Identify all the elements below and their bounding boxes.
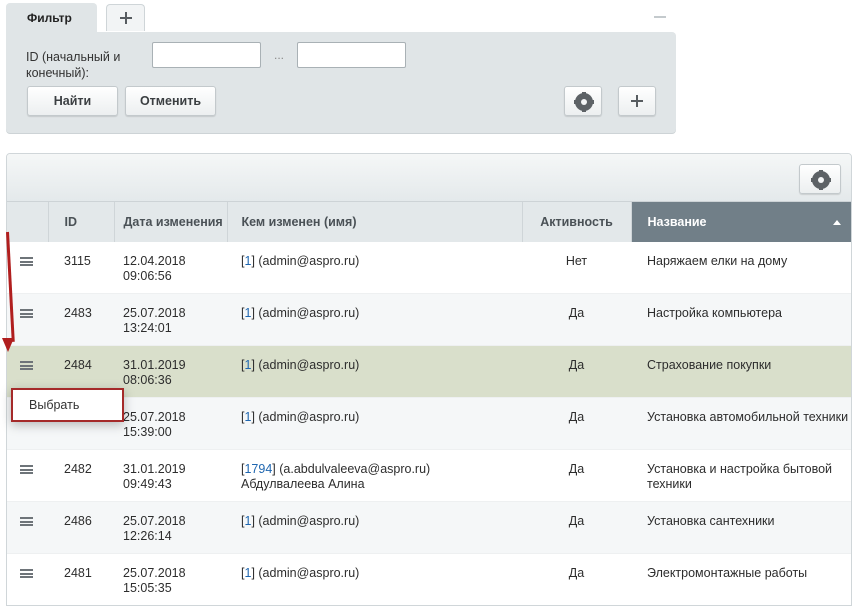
table-row[interactable]: 2481 25.07.2018 15:05:35 [1] (admin@aspro… [7, 553, 851, 605]
gear-icon [574, 92, 594, 112]
user-link[interactable]: 1 [244, 410, 251, 424]
sort-asc-icon [833, 220, 841, 225]
table-row-selected[interactable]: 2484 31.01.2019 08:06:36 [1] (admin@aspro… [7, 345, 851, 398]
grid-header-row: ID Дата изменения Кем изменен (имя) Акти… [7, 202, 851, 242]
row-active: Да [568, 358, 585, 372]
row-active: Нет [565, 254, 588, 268]
row-menu-icon[interactable] [20, 465, 33, 474]
table-row[interactable]: 2482 31.01.2019 09:49:43 [1794] (a.abdulv… [7, 449, 851, 502]
user-email: (admin@aspro.ru) [258, 566, 360, 580]
row-name: Электромонтажные работы [647, 566, 808, 580]
row-date: 12.04.2018 [123, 254, 186, 268]
id-from-input[interactable] [152, 42, 261, 68]
plus-icon [120, 12, 132, 24]
grid-toolbar [7, 154, 851, 202]
row-time: 15:05:35 [123, 581, 172, 595]
row-menu-icon[interactable] [20, 517, 33, 526]
row-time: 09:06:56 [123, 269, 172, 283]
column-header-date[interactable]: Дата изменения [114, 202, 228, 242]
data-grid: ID Дата изменения Кем изменен (имя) Акти… [6, 153, 852, 606]
add-filter-field-button[interactable] [618, 86, 656, 116]
row-id: 2486 [64, 514, 92, 528]
row-time: 12:26:14 [123, 529, 172, 543]
row-id: 2484 [64, 358, 92, 372]
row-id: 2481 [64, 566, 92, 580]
column-header-active[interactable]: Активность [522, 202, 632, 242]
row-id: 3115 [64, 254, 91, 268]
annotation-arrow-head-icon [2, 338, 14, 352]
row-date: 25.07.2018 [123, 566, 186, 580]
plus-icon [631, 95, 643, 107]
context-menu-item-select[interactable]: Выбрать [29, 398, 79, 412]
range-separator: ... [274, 48, 285, 62]
row-name: Установка и настройка бытовой техники [647, 462, 833, 491]
row-name: Страхование покупки [647, 358, 772, 372]
table-row[interactable]: 25.07.2018 15:39:00 [1] (admin@aspro.ru) … [7, 397, 851, 450]
id-to-input[interactable] [297, 42, 406, 68]
column-actions-header [7, 202, 49, 242]
user-email: (a.abdulvaleeva@aspro.ru) [279, 462, 431, 476]
row-time: 09:49:43 [123, 477, 172, 491]
grid-settings-button[interactable] [799, 164, 841, 194]
row-date: 25.07.2018 [123, 514, 186, 528]
row-active: Да [568, 514, 585, 528]
row-time: 15:39:00 [123, 425, 172, 439]
row-context-menu: Выбрать [11, 388, 124, 422]
row-name: Установка сантехники [647, 514, 775, 528]
user-email: (admin@aspro.ru) [258, 306, 360, 320]
table-row[interactable]: 3115 12.04.2018 09:06:56 [1] (admin@aspro… [7, 242, 851, 294]
user-email: (admin@aspro.ru) [258, 410, 360, 424]
row-date: 31.01.2019 [123, 358, 186, 372]
user-name: Абдулвалеева Алина [241, 477, 365, 491]
id-range-label: ID (начальный и конечный): [26, 50, 121, 80]
row-name: Установка автомобильной техники [647, 410, 849, 424]
tab-filter-label: Фильтр [27, 11, 72, 25]
gear-icon [811, 170, 831, 190]
row-active: Да [568, 462, 585, 476]
row-name: Наряжаем елки на дому [647, 254, 788, 268]
user-email: (admin@aspro.ru) [258, 514, 360, 528]
tab-filter[interactable]: Фильтр [6, 3, 97, 33]
user-email: (admin@aspro.ru) [258, 254, 360, 268]
find-button[interactable]: Найти [27, 86, 118, 116]
row-menu-icon[interactable] [20, 569, 33, 578]
row-time: 08:06:36 [123, 373, 172, 387]
row-id: 2483 [64, 306, 92, 320]
column-header-modified-by[interactable]: Кем изменен (имя) [227, 202, 523, 242]
user-link[interactable]: 1 [244, 566, 251, 580]
row-menu-icon[interactable] [20, 309, 33, 318]
row-date: 25.07.2018 [123, 306, 186, 320]
user-link[interactable]: 1 [244, 358, 251, 372]
user-link[interactable]: 1 [244, 514, 251, 528]
filter-panel: ID (начальный и конечный): ... Найти Отм… [6, 32, 676, 133]
user-email: (admin@aspro.ru) [258, 358, 360, 372]
filter-settings-button[interactable] [564, 86, 602, 116]
column-header-id[interactable]: ID [48, 202, 115, 242]
user-link[interactable]: 1794 [244, 462, 272, 476]
user-link[interactable]: 1 [244, 254, 251, 268]
column-header-name-label: Название [647, 214, 707, 229]
grid-table: ID Дата изменения Кем изменен (имя) Акти… [7, 202, 851, 605]
row-name: Настройка компьютера [647, 306, 782, 320]
row-id: 2482 [64, 462, 92, 476]
minimize-icon[interactable] [654, 16, 666, 18]
table-row[interactable]: 2486 25.07.2018 12:26:14 [1] (admin@aspro… [7, 501, 851, 554]
row-date: 25.07.2018 [123, 410, 186, 424]
row-menu-icon[interactable] [20, 361, 33, 370]
row-active: Да [568, 566, 585, 580]
row-active: Да [568, 306, 585, 320]
user-link[interactable]: 1 [244, 306, 251, 320]
column-header-name[interactable]: Название [631, 202, 851, 242]
cancel-button[interactable]: Отменить [125, 86, 216, 116]
row-menu-icon[interactable] [20, 257, 33, 266]
row-active: Да [568, 410, 585, 424]
row-time: 13:24:01 [123, 321, 172, 335]
add-filter-tab-button[interactable] [106, 4, 145, 31]
row-date: 31.01.2019 [123, 462, 186, 476]
table-row[interactable]: 2483 25.07.2018 13:24:01 [1] (admin@aspro… [7, 293, 851, 346]
